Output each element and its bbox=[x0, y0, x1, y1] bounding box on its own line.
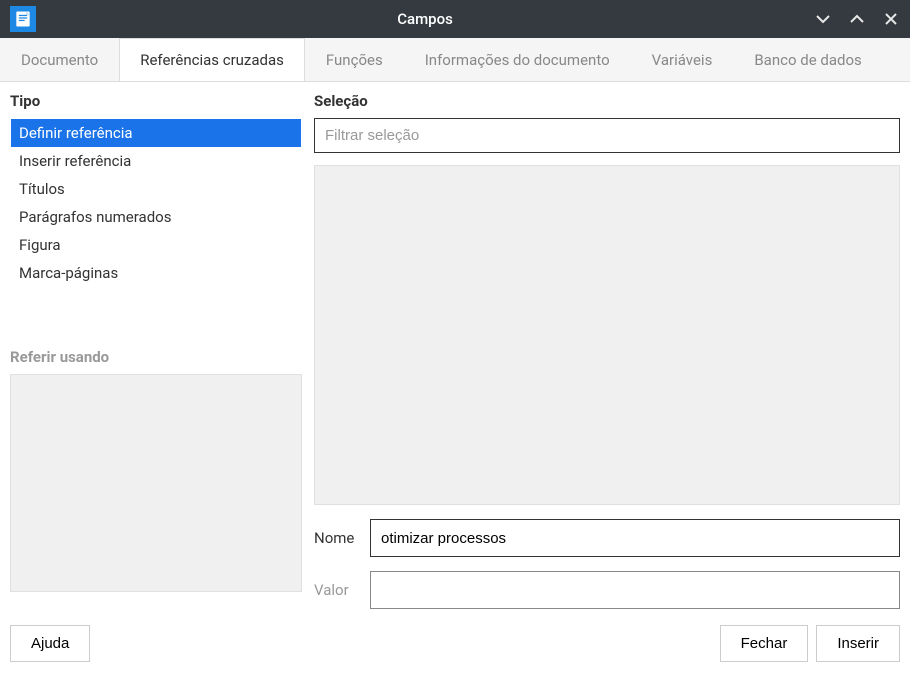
left-panel: Tipo Definir referência Inserir referênc… bbox=[10, 92, 302, 603]
window-controls bbox=[814, 10, 900, 28]
tab-documento[interactable]: Documento bbox=[0, 38, 119, 81]
titlebar: Campos bbox=[0, 0, 910, 38]
tab-variaveis[interactable]: Variáveis bbox=[631, 38, 734, 81]
type-item-definir-referencia[interactable]: Definir referência bbox=[11, 119, 301, 147]
minimize-button[interactable] bbox=[814, 10, 832, 28]
app-icon bbox=[10, 6, 36, 32]
refer-header: Referir usando bbox=[10, 348, 302, 366]
maximize-button[interactable] bbox=[848, 10, 866, 28]
type-header: Tipo bbox=[10, 92, 302, 110]
close-button[interactable] bbox=[882, 10, 900, 28]
right-panel: Seleção Nome Valor bbox=[314, 92, 900, 603]
type-list[interactable]: Definir referência Inserir referência Tí… bbox=[10, 118, 302, 288]
value-label: Valor bbox=[314, 581, 358, 599]
close-dialog-button[interactable]: Fechar bbox=[720, 625, 809, 662]
help-button[interactable]: Ajuda bbox=[10, 625, 90, 662]
refer-section: Referir usando bbox=[10, 348, 302, 592]
tab-referencias-cruzadas[interactable]: Referências cruzadas bbox=[119, 38, 305, 81]
name-input[interactable] bbox=[370, 519, 900, 557]
value-input bbox=[370, 571, 900, 609]
type-item-titulos[interactable]: Títulos bbox=[11, 175, 301, 203]
name-label: Nome bbox=[314, 529, 358, 547]
tab-banco-dados[interactable]: Banco de dados bbox=[733, 38, 882, 81]
refer-list bbox=[10, 374, 302, 592]
window-title: Campos bbox=[36, 10, 814, 28]
tab-informacoes-documento[interactable]: Informações do documento bbox=[404, 38, 631, 81]
type-item-marca-paginas[interactable]: Marca-páginas bbox=[11, 259, 301, 287]
dialog-footer: Ajuda Fechar Inserir bbox=[0, 613, 910, 673]
type-item-inserir-referencia[interactable]: Inserir referência bbox=[11, 147, 301, 175]
type-item-paragrafos-numerados[interactable]: Parágrafos numerados bbox=[11, 203, 301, 231]
selection-header: Seleção bbox=[314, 92, 900, 110]
value-row: Valor bbox=[314, 571, 900, 609]
filter-input[interactable] bbox=[314, 118, 900, 153]
selection-list[interactable] bbox=[314, 165, 900, 505]
name-row: Nome bbox=[314, 519, 900, 557]
type-item-figura[interactable]: Figura bbox=[11, 231, 301, 259]
insert-button[interactable]: Inserir bbox=[816, 625, 900, 662]
tab-funcoes[interactable]: Funções bbox=[305, 38, 404, 81]
tab-bar: Documento Referências cruzadas Funções I… bbox=[0, 38, 910, 82]
dialog-content: Tipo Definir referência Inserir referênc… bbox=[0, 82, 910, 613]
